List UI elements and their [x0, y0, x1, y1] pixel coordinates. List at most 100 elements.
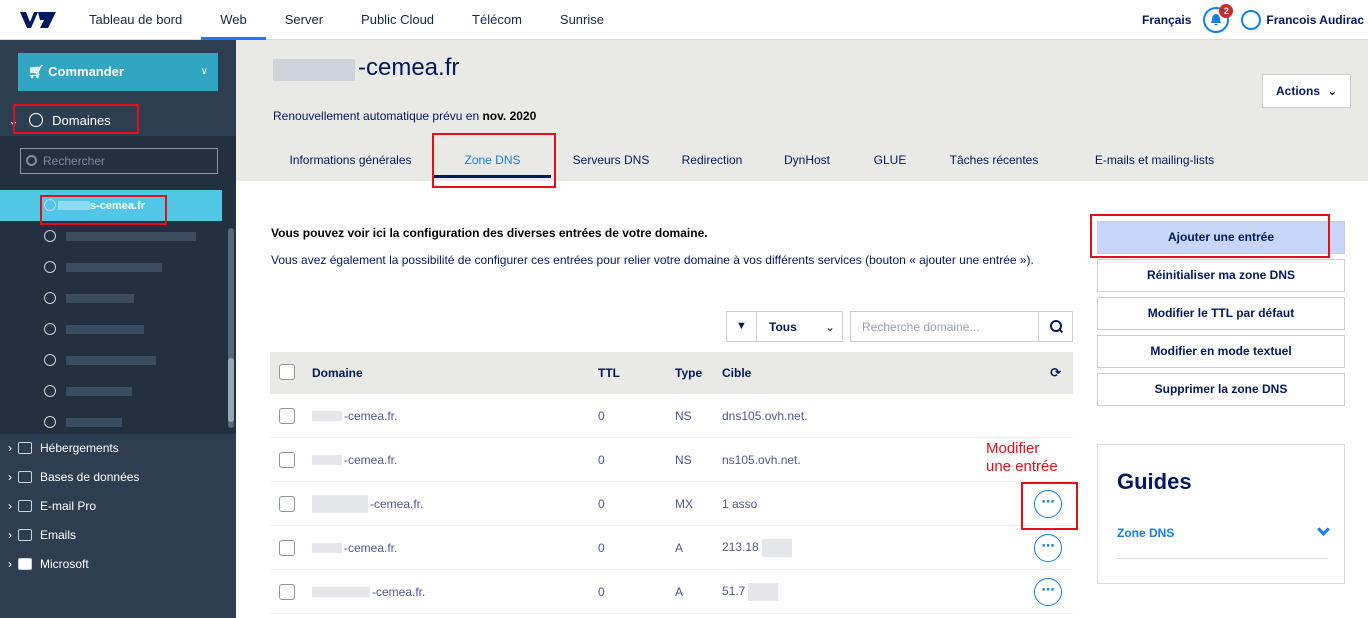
- row-more-options-button[interactable]: ⋯: [1034, 534, 1062, 562]
- globe-icon: [44, 261, 56, 273]
- sidebar-domain-item[interactable]: [0, 283, 222, 314]
- row-type: NS: [675, 408, 692, 423]
- tab-serveurs-dns[interactable]: Serveurs DNS: [557, 140, 665, 181]
- nav-public-cloud[interactable]: Public Cloud: [342, 0, 453, 40]
- top-right-tools: Français 2 Francois Audirac: [1142, 0, 1364, 40]
- notifications-bell-icon[interactable]: 2: [1203, 4, 1234, 33]
- row-domain-text: -cemea.fr.: [372, 584, 426, 599]
- tab-dynhost[interactable]: DynHost: [759, 140, 855, 181]
- tab-informations-generales[interactable]: Informations générales: [273, 140, 428, 181]
- column-type[interactable]: Type: [675, 366, 702, 380]
- language-selector[interactable]: Français: [1142, 13, 1191, 27]
- nav-web[interactable]: Web: [201, 0, 266, 40]
- row-checkbox[interactable]: [279, 539, 295, 556]
- sidebar-item-hebergements[interactable]: › Hébergements: [0, 434, 236, 463]
- user-menu[interactable]: Francois Audirac: [1241, 10, 1364, 30]
- sidebar-item-bases-de-donnees[interactable]: › Bases de données: [0, 463, 236, 492]
- tab-glue[interactable]: GLUE: [855, 140, 925, 181]
- row-target: 1 asso: [722, 496, 758, 511]
- highlight-box-active-domain: [40, 195, 167, 225]
- row-target: 213.18: [722, 538, 792, 557]
- blurred-text: [66, 387, 132, 396]
- sidebar-item-microsoft[interactable]: › Microsoft: [0, 550, 236, 579]
- actions-dropdown-button[interactable]: Actions ⌄: [1262, 74, 1351, 108]
- sidebar-domain-item[interactable]: [0, 376, 222, 407]
- row-checkbox[interactable]: [279, 407, 295, 424]
- sidebar-domain-item[interactable]: [0, 345, 222, 376]
- nav-sunrise[interactable]: Sunrise: [541, 0, 623, 40]
- sidebar-item-label: Bases de données: [40, 470, 140, 484]
- annotation-line: Modifier: [986, 440, 1040, 457]
- column-domaine[interactable]: Domaine: [312, 366, 363, 380]
- sidebar-domain-item[interactable]: [0, 252, 222, 283]
- delete-dns-zone-button[interactable]: Supprimer la zone DNS: [1097, 373, 1345, 406]
- column-cible[interactable]: Cible: [722, 366, 751, 380]
- blurred-text: [66, 356, 156, 365]
- domain-search-field: [850, 311, 1073, 342]
- highlight-box-domaines: [13, 104, 139, 134]
- blurred-text: [66, 325, 144, 334]
- tab-emails-mailing-lists[interactable]: E-mails et mailing-lists: [1063, 140, 1246, 181]
- sidebar-item-email-pro[interactable]: › E-mail Pro: [0, 492, 236, 521]
- sidebar-item-emails[interactable]: › Emails: [0, 521, 236, 550]
- blurred-text: [66, 263, 162, 272]
- refresh-icon[interactable]: ⟳: [1050, 365, 1061, 381]
- sidebar: 🛒︎ Commander ∨ ⌄ Domaines Rechercher s-c…: [0, 40, 236, 618]
- column-ttl[interactable]: TTL: [598, 366, 620, 380]
- sidebar-domain-item[interactable]: [0, 314, 222, 345]
- text-mode-edit-button[interactable]: Modifier en mode textuel: [1097, 335, 1345, 368]
- chevron-down-icon[interactable]: [1317, 523, 1330, 536]
- domain-search-input[interactable]: [851, 312, 1036, 341]
- row-domain: -cemea.fr.: [312, 541, 397, 555]
- guide-link-zone-dns[interactable]: Zone DNS: [1117, 526, 1174, 540]
- modify-default-ttl-button[interactable]: Modifier le TTL par défaut: [1097, 297, 1345, 330]
- nav-server[interactable]: Server: [266, 0, 342, 40]
- row-domain-text: -cemea.fr.: [344, 540, 398, 555]
- nav-telecom[interactable]: Télécom: [453, 0, 541, 40]
- sidebar-item-label: Emails: [40, 528, 77, 542]
- search-icon[interactable]: [1038, 312, 1072, 341]
- top-nav: Tableau de bord Web Server Public Cloud …: [70, 0, 623, 40]
- row-more-options-button[interactable]: ⋯: [1034, 578, 1062, 606]
- row-ttl: 0: [598, 452, 605, 467]
- reset-dns-zone-button[interactable]: Réinitialiser ma zone DNS: [1097, 259, 1345, 292]
- row-checkbox[interactable]: [279, 451, 295, 468]
- highlight-box-more-button: [1021, 482, 1078, 530]
- dns-table: Domaine TTL Type Cible ⟳ -cemea.fr. 0 NS…: [270, 352, 1073, 614]
- annotation-line: une entrée: [986, 458, 1058, 475]
- domain-header: -cemea.fr Renouvellement automatique pré…: [236, 40, 1368, 181]
- order-button[interactable]: 🛒︎ Commander ∨: [18, 53, 218, 91]
- chevron-down-icon: ⌄: [1327, 84, 1338, 98]
- select-all-checkbox[interactable]: [279, 364, 295, 380]
- domains-subpanel: Rechercher s-cemea.fr: [0, 136, 236, 434]
- ovh-logo-icon[interactable]: [18, 10, 58, 30]
- tab-redirection[interactable]: Redirection: [665, 140, 759, 181]
- table-row: -cemea.fr. 0 A 213.18 ⋯: [270, 526, 1073, 570]
- sidebar-search-placeholder: Rechercher: [43, 154, 106, 168]
- row-checkbox[interactable]: [279, 495, 295, 512]
- user-name: Francois Audirac: [1266, 13, 1364, 27]
- row-domain: -cemea.fr.: [312, 409, 397, 423]
- globe-icon: [44, 416, 56, 428]
- row-ttl: 0: [598, 408, 605, 423]
- table-row: -cemea.fr. 0 A 51.7 ⋯: [270, 570, 1073, 614]
- globe-icon: [44, 230, 56, 242]
- nav-tableau-de-bord[interactable]: Tableau de bord: [70, 0, 201, 40]
- database-icon: [18, 471, 32, 483]
- table-row: -cemea.fr. 0 MX 1 asso ⋯: [270, 482, 1073, 526]
- tab-taches-recentes[interactable]: Tâches récentes: [925, 140, 1063, 181]
- sidebar-domain-item[interactable]: [0, 221, 222, 252]
- row-domain: -cemea.fr.: [312, 453, 397, 467]
- sidebar-search-input[interactable]: Rechercher: [20, 148, 218, 174]
- search-icon: [26, 155, 37, 166]
- type-filter-select[interactable]: ▼ Tous ⌄: [726, 311, 843, 342]
- user-icon: [1241, 10, 1262, 30]
- sidebar-scroll-thumb[interactable]: [228, 358, 234, 422]
- envelope-icon: [18, 529, 32, 541]
- row-domain-text: -cemea.fr.: [344, 452, 398, 467]
- globe-icon: [44, 292, 56, 304]
- guides-panel: Guides Zone DNS: [1097, 444, 1345, 584]
- row-target: ns105.ovh.net.: [722, 452, 801, 467]
- hosting-icon: [18, 442, 32, 454]
- row-checkbox[interactable]: [279, 583, 295, 600]
